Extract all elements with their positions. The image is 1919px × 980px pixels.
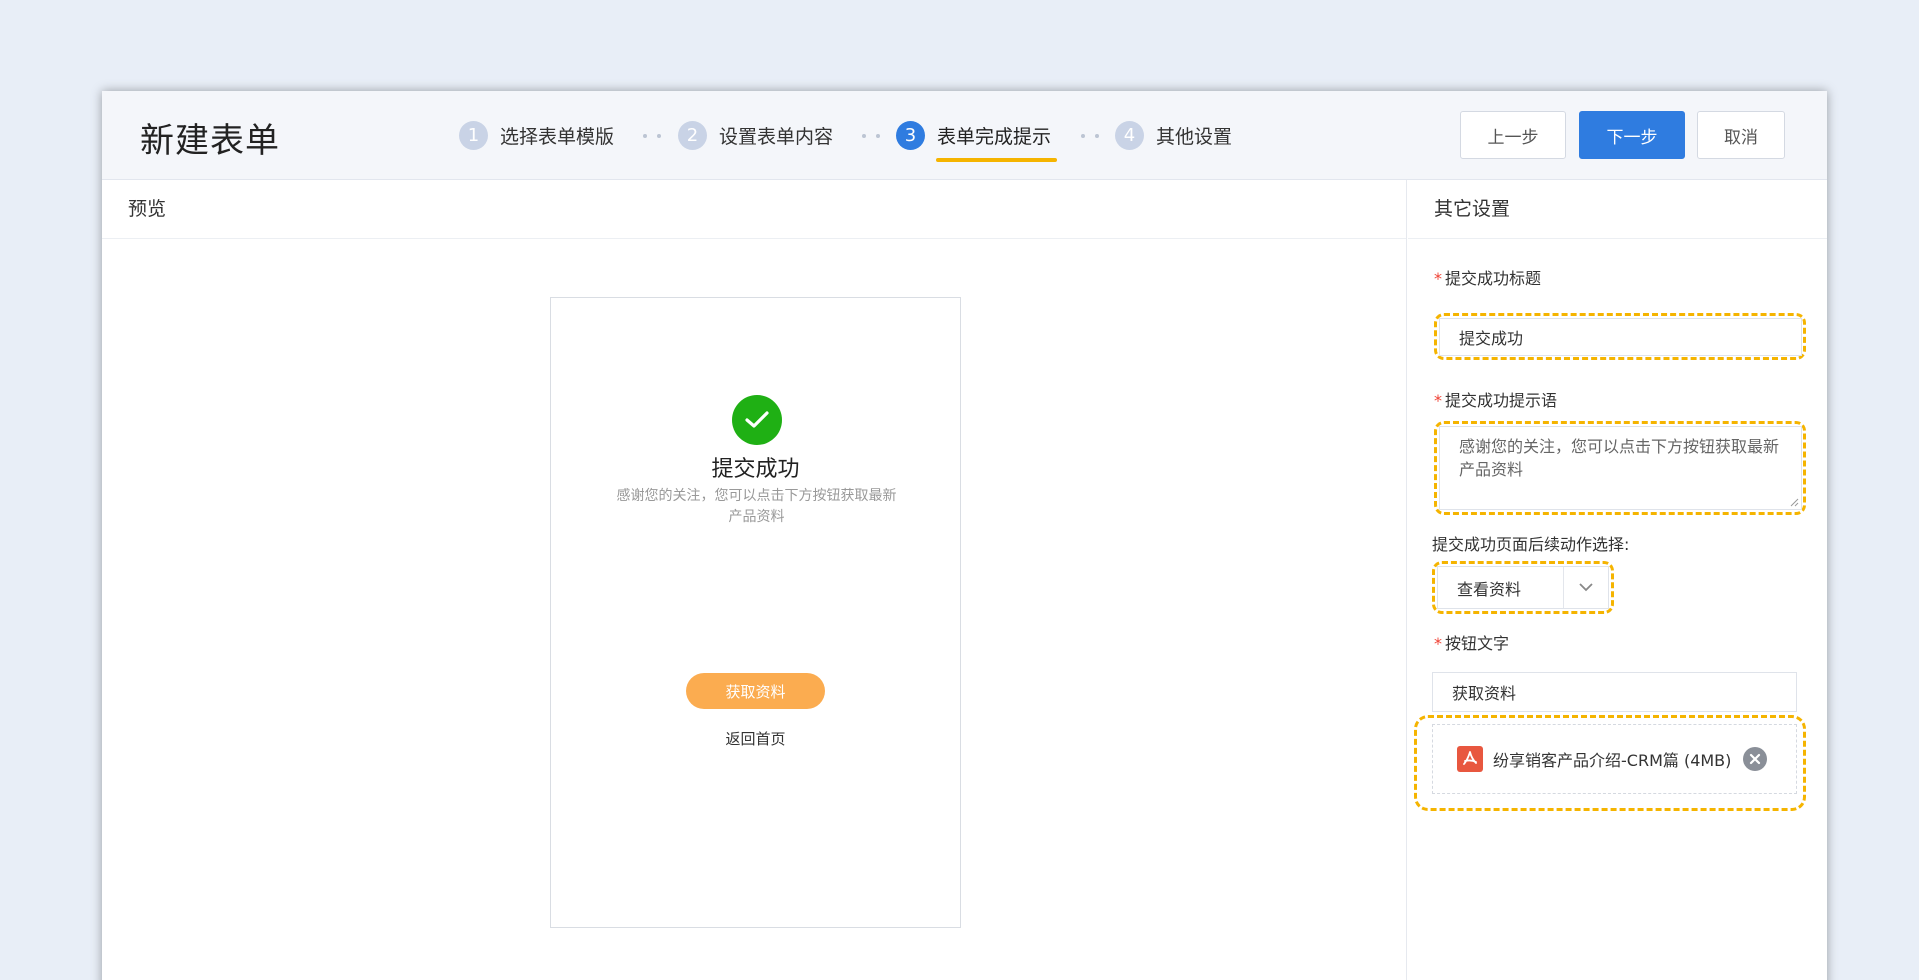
chevron-down-icon[interactable] bbox=[1563, 567, 1608, 608]
pdf-icon bbox=[1457, 746, 1483, 772]
step-label: 选择表单模版 bbox=[500, 126, 615, 148]
attachment-file-name[interactable]: 纷享销客产品介绍-CRM篇 (4MB) bbox=[1493, 747, 1731, 771]
preview-header: 预览 bbox=[102, 180, 1406, 239]
check-icon bbox=[732, 395, 782, 445]
button-text-input[interactable]: 获取资料 bbox=[1432, 672, 1797, 712]
mobile-preview: 提交成功 感谢您的关注，您可以点击下方按钮获取最新产品资料 获取资料 返回首页 bbox=[550, 297, 961, 928]
back-home-link[interactable]: 返回首页 bbox=[551, 728, 960, 749]
action-field-label: 提交成功页面后续动作选择: bbox=[1432, 535, 1630, 554]
step-number: 2 bbox=[678, 121, 707, 150]
step-2[interactable]: 2 设置表单内容 bbox=[678, 91, 833, 180]
step-label: 表单完成提示 bbox=[937, 126, 1052, 148]
step-1[interactable]: 1 选择表单模版 bbox=[459, 91, 614, 180]
close-icon[interactable] bbox=[1743, 747, 1768, 771]
resize-grip-icon[interactable] bbox=[1789, 497, 1799, 507]
get-materials-button[interactable]: 获取资料 bbox=[686, 673, 825, 709]
attachment-box: 纷享销客产品介绍-CRM篇 (4MB) bbox=[1432, 724, 1797, 794]
wizard-header: 新建表单 1 选择表单模版 2 设置表单内容 3 表单完成提示 4 其他设置 上… bbox=[102, 91, 1827, 180]
message-field-label: * 提交成功提示语 bbox=[1434, 391, 1558, 410]
success-message-textarea[interactable]: 感谢您的关注，您可以点击下方按钮获取最新产品资料 bbox=[1439, 426, 1802, 510]
action-select-value: 查看资料 bbox=[1457, 579, 1522, 599]
button-text-field-label: * 按钮文字 bbox=[1434, 634, 1510, 653]
title-field-label: * 提交成功标题 bbox=[1434, 269, 1542, 288]
settings-header: 其它设置 bbox=[1408, 180, 1827, 239]
active-step-underline bbox=[936, 158, 1058, 162]
action-select[interactable]: 查看资料 bbox=[1437, 566, 1609, 609]
form-wizard-window: 新建表单 1 选择表单模版 2 设置表单内容 3 表单完成提示 4 其他设置 上… bbox=[102, 91, 1827, 980]
prev-step-button[interactable]: 上一步 bbox=[1460, 111, 1566, 159]
step-separator bbox=[862, 134, 880, 138]
page-title: 新建表单 bbox=[140, 121, 280, 161]
step-label: 其他设置 bbox=[1156, 126, 1233, 148]
step-4[interactable]: 4 其他设置 bbox=[1115, 91, 1232, 180]
preview-pane: 预览 提交成功 感谢您的关注，您可以点击下方按钮获取最新产品资料 获取资料 返回… bbox=[102, 180, 1407, 980]
success-message: 感谢您的关注，您可以点击下方按钮获取最新产品资料 bbox=[616, 488, 897, 525]
step-3[interactable]: 3 表单完成提示 bbox=[896, 91, 1058, 180]
step-number: 3 bbox=[896, 121, 925, 150]
success-title: 提交成功 bbox=[711, 457, 800, 482]
step-separator bbox=[643, 134, 661, 138]
step-label: 设置表单内容 bbox=[719, 126, 834, 148]
success-title-input[interactable]: 提交成功 bbox=[1439, 318, 1802, 356]
settings-pane: 其它设置 * 提交成功标题 提交成功 * 提交成功提示语 感谢您的关注，您可以点击下… bbox=[1408, 180, 1827, 980]
step-number: 4 bbox=[1115, 121, 1144, 150]
next-step-button[interactable]: 下一步 bbox=[1579, 111, 1685, 159]
cancel-button[interactable]: 取消 bbox=[1697, 111, 1785, 159]
step-number: 1 bbox=[459, 121, 488, 150]
step-separator bbox=[1081, 134, 1099, 138]
